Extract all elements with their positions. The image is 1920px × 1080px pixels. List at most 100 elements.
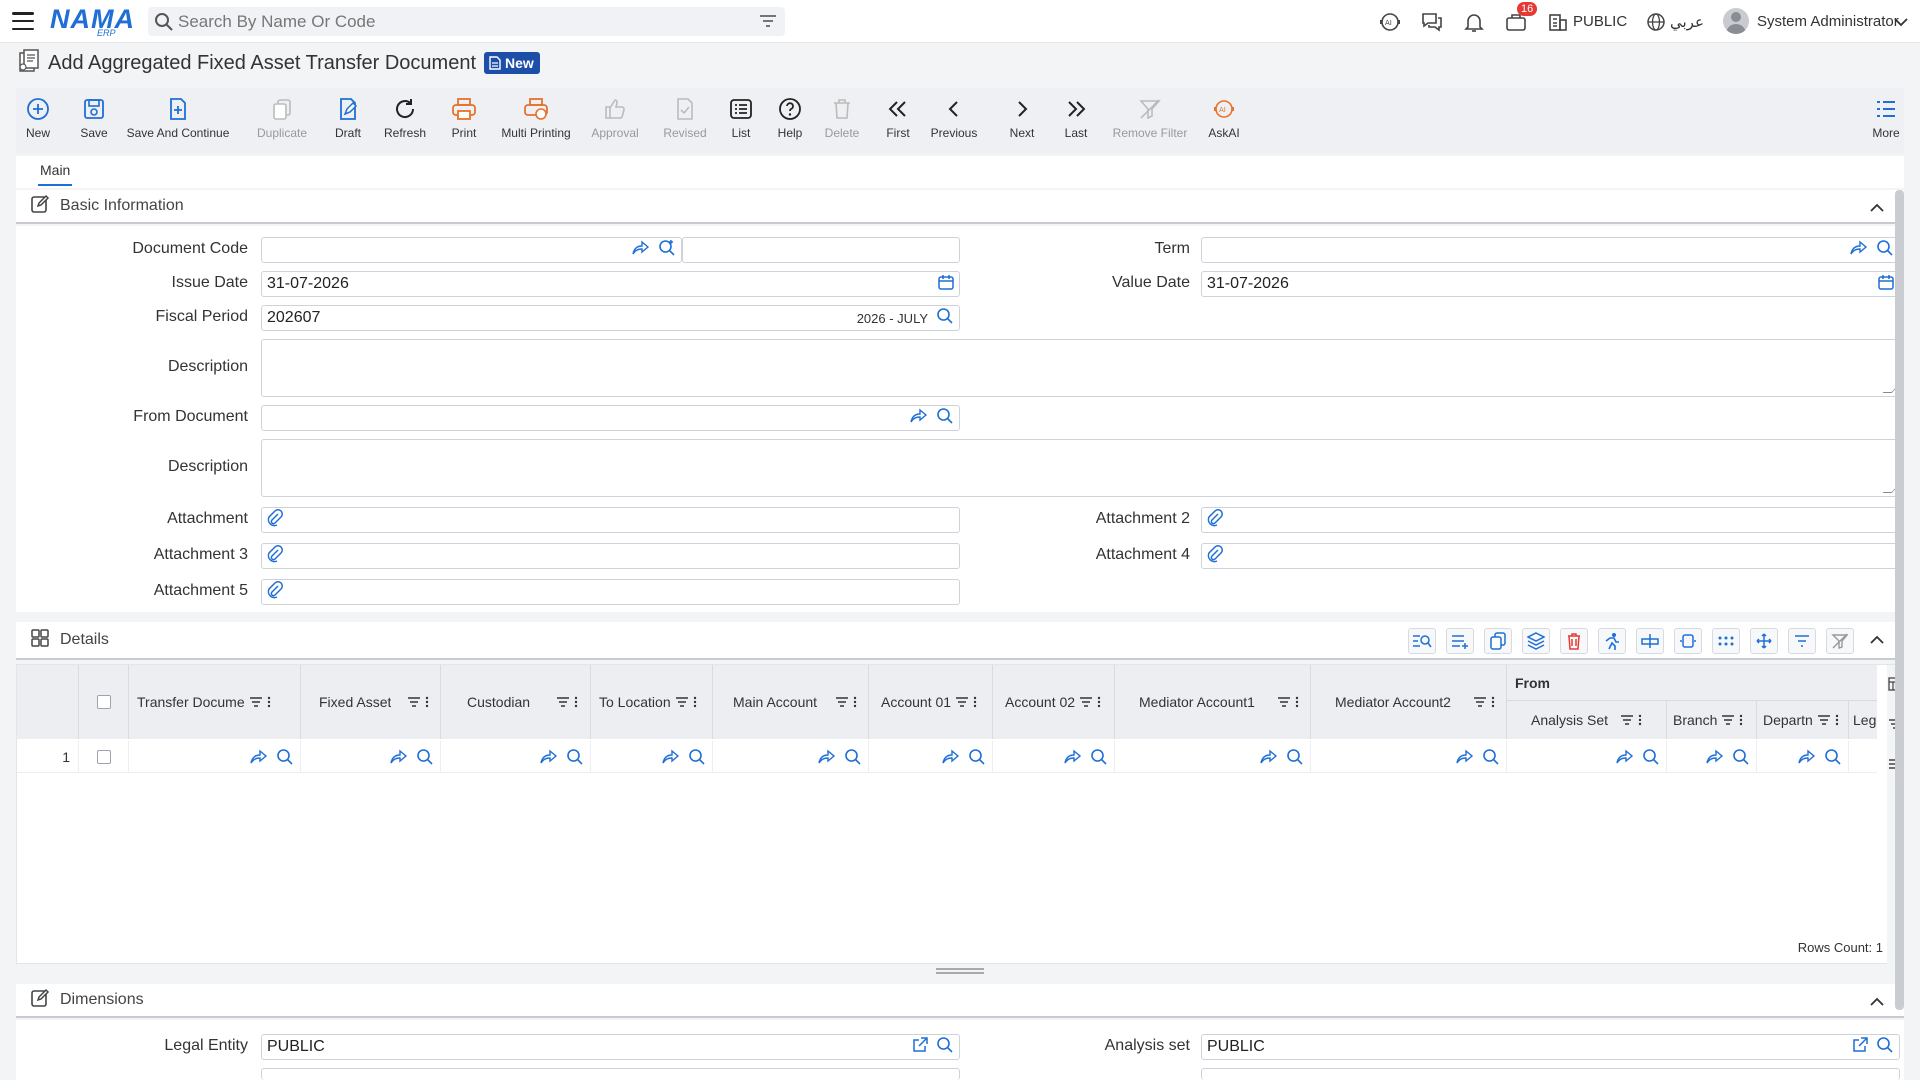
move-icon[interactable] bbox=[1750, 628, 1778, 654]
col-analysis-set[interactable]: Analysis Set bbox=[1507, 701, 1667, 739]
save-button[interactable]: Save bbox=[74, 88, 114, 154]
basic-information-header[interactable]: Basic Information bbox=[16, 190, 1904, 224]
share-icon[interactable] bbox=[818, 749, 836, 765]
share-icon[interactable] bbox=[1850, 240, 1868, 261]
col-transfer-document[interactable]: Transfer Docume bbox=[129, 665, 301, 739]
share-icon[interactable] bbox=[1706, 749, 1724, 765]
cell-to-location[interactable] bbox=[591, 741, 713, 773]
share-icon[interactable] bbox=[942, 749, 960, 765]
attachment2-field[interactable] bbox=[1201, 507, 1900, 533]
lookup-search-icon[interactable] bbox=[416, 748, 434, 766]
share-icon[interactable] bbox=[1456, 749, 1474, 765]
tab-main[interactable]: Main bbox=[38, 162, 73, 186]
menu-icon[interactable] bbox=[12, 12, 34, 30]
grid-resize-handle[interactable] bbox=[936, 968, 984, 974]
layers-icon[interactable] bbox=[1522, 628, 1550, 654]
help-button[interactable]: Help bbox=[772, 88, 808, 154]
delete-button[interactable]: Delete bbox=[820, 88, 864, 154]
calendar-icon[interactable] bbox=[1878, 274, 1894, 295]
details-header[interactable]: Details bbox=[16, 622, 1904, 660]
description2-textarea[interactable] bbox=[261, 439, 1900, 497]
insert-row-icon[interactable] bbox=[1636, 628, 1664, 654]
row-checkbox[interactable] bbox=[96, 750, 111, 764]
attachment-field[interactable] bbox=[261, 507, 960, 533]
chevron-up-icon[interactable] bbox=[1870, 200, 1884, 217]
value-date-field[interactable]: 31-07-2026 bbox=[1201, 271, 1900, 297]
lookup-search-icon[interactable] bbox=[1482, 748, 1500, 766]
chevron-down-icon[interactable] bbox=[1892, 9, 1910, 35]
share-icon[interactable] bbox=[1064, 749, 1082, 765]
legal-entity-field[interactable]: PUBLIC bbox=[261, 1034, 960, 1060]
lookup-search-icon[interactable] bbox=[1090, 748, 1108, 766]
cell-department[interactable] bbox=[1757, 741, 1849, 773]
share-icon[interactable] bbox=[632, 240, 650, 261]
cell-main-account[interactable] bbox=[713, 741, 869, 773]
lookup-search-icon[interactable] bbox=[936, 307, 954, 330]
col-account-01[interactable]: Account 01 bbox=[869, 665, 993, 739]
chevron-up-icon[interactable] bbox=[1870, 994, 1884, 1011]
run-icon[interactable] bbox=[1598, 628, 1626, 654]
col-to-location[interactable]: To Location bbox=[591, 665, 713, 739]
lookup-search-icon[interactable] bbox=[1642, 748, 1660, 766]
filter-icon[interactable] bbox=[759, 14, 777, 32]
share-icon[interactable] bbox=[250, 749, 268, 765]
print-button[interactable]: Print bbox=[444, 88, 484, 154]
user-menu[interactable]: System Administrator bbox=[1757, 13, 1899, 30]
lookup-search-icon[interactable] bbox=[1876, 1036, 1894, 1059]
first-button[interactable]: First bbox=[880, 88, 916, 154]
ai-assistant-icon[interactable]: AI bbox=[1377, 9, 1403, 35]
remove-filter-button[interactable]: Remove Filter bbox=[1108, 88, 1192, 154]
cell-legal[interactable] bbox=[1849, 741, 1877, 773]
askai-button[interactable]: AI AskAI bbox=[1204, 88, 1244, 154]
cell-analysis-set[interactable] bbox=[1507, 741, 1667, 773]
paperclip-icon[interactable] bbox=[267, 544, 283, 568]
share-icon[interactable] bbox=[540, 749, 558, 765]
search-input[interactable] bbox=[178, 11, 738, 32]
remove-filter-icon[interactable] bbox=[1826, 628, 1854, 654]
document-code-field[interactable] bbox=[261, 237, 682, 263]
col-main-account[interactable]: Main Account bbox=[713, 665, 869, 739]
paperclip-icon[interactable] bbox=[267, 580, 283, 604]
term-field[interactable] bbox=[1201, 237, 1900, 263]
save-and-continue-button[interactable]: Save And Continue bbox=[127, 88, 229, 154]
cell-account-02[interactable] bbox=[993, 741, 1115, 773]
col-custodian[interactable]: Custodian bbox=[441, 665, 591, 739]
approval-button[interactable]: Approval bbox=[588, 88, 642, 154]
select-all-checkbox[interactable] bbox=[96, 695, 111, 709]
paperclip-icon[interactable] bbox=[1207, 508, 1223, 532]
cell-mediator-account1[interactable] bbox=[1115, 741, 1311, 773]
bell-icon[interactable] bbox=[1461, 9, 1487, 35]
lookup-search-icon[interactable] bbox=[688, 748, 706, 766]
document-code-name-field[interactable] bbox=[682, 237, 960, 263]
lookup-search-icon[interactable] bbox=[1876, 239, 1894, 262]
paperclip-icon[interactable] bbox=[267, 508, 283, 532]
cell-transfer-document[interactable] bbox=[129, 741, 301, 773]
cell-account-01[interactable] bbox=[869, 741, 993, 773]
col-mediator-account2[interactable]: Mediator Account2 bbox=[1311, 665, 1507, 739]
analysis-set-field[interactable]: PUBLIC bbox=[1201, 1034, 1900, 1060]
external-link-icon[interactable] bbox=[912, 1036, 928, 1058]
calendar-icon[interactable] bbox=[938, 274, 954, 295]
col-branch[interactable]: Branch bbox=[1667, 701, 1757, 739]
lookup-search-icon[interactable] bbox=[1824, 748, 1842, 766]
next-row-field-right[interactable] bbox=[1201, 1068, 1900, 1080]
col-mediator-account1[interactable]: Mediator Account1 bbox=[1115, 665, 1311, 739]
description-textarea[interactable] bbox=[261, 339, 1900, 397]
cell-mediator-account2[interactable] bbox=[1311, 741, 1507, 773]
previous-button[interactable]: Previous bbox=[926, 88, 982, 154]
revised-button[interactable]: Revised bbox=[660, 88, 710, 154]
last-button[interactable]: Last bbox=[1056, 88, 1096, 154]
copy-rows-icon[interactable] bbox=[1484, 628, 1512, 654]
chat-icon[interactable] bbox=[1419, 9, 1445, 35]
col-account-02[interactable]: Account 02 bbox=[993, 665, 1115, 739]
table-row[interactable]: 1 bbox=[17, 741, 1877, 773]
list-button[interactable]: List bbox=[726, 88, 756, 154]
refresh-button[interactable]: Refresh bbox=[380, 88, 430, 154]
col-fixed-asset[interactable]: Fixed Asset bbox=[301, 665, 441, 739]
share-icon[interactable] bbox=[910, 408, 928, 429]
issue-date-field[interactable]: 31-07-2026 bbox=[261, 271, 960, 297]
share-icon[interactable] bbox=[1798, 749, 1816, 765]
attachment5-field[interactable] bbox=[261, 579, 960, 605]
external-link-icon[interactable] bbox=[1852, 1036, 1868, 1058]
lookup-search-icon[interactable] bbox=[936, 407, 954, 430]
